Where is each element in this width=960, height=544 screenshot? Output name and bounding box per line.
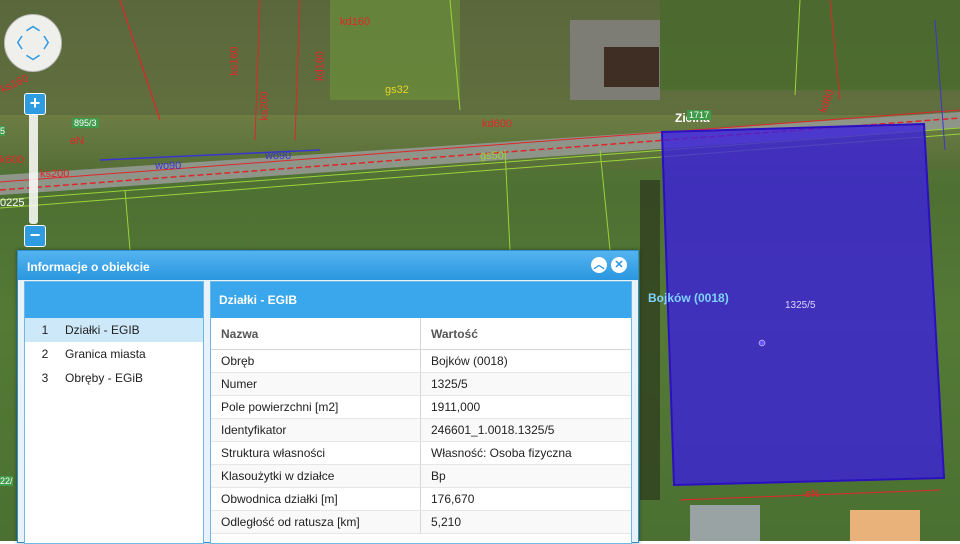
- utility-label-ks200-v: ks200: [258, 91, 271, 121]
- cell-value: 1325/5: [420, 372, 631, 396]
- list-item-label: Obręby - EGiB: [65, 371, 144, 385]
- list-item-number: 3: [41, 371, 49, 385]
- cell-value: 176,670: [420, 487, 631, 511]
- utility-label-kd160-v: kd160: [313, 51, 326, 81]
- list-item-label: Granica miasta: [65, 347, 146, 361]
- parcel-area-label: Bojków (0018): [648, 291, 729, 305]
- pan-right-icon[interactable]: 〉: [43, 36, 57, 50]
- layer-list: 1 Działki - EGIB 2 Granica miasta 3 Obrę…: [24, 281, 204, 544]
- utility-label-gs32: gs32: [385, 84, 409, 96]
- cell-value: 1911,000: [420, 395, 631, 419]
- utility-label-en-left: eN: [70, 135, 85, 147]
- list-item-label: Działki - EGIB: [65, 323, 140, 337]
- pan-left-icon[interactable]: 〈: [9, 36, 23, 50]
- cell-name: Obwodnica działki [m]: [211, 487, 421, 511]
- table-row: Obwodnica działki [m] 176,670: [211, 487, 631, 511]
- panel-title: Informacje o obiekcie: [27, 260, 150, 274]
- pan-control[interactable]: ︿ ﹀ 〈 〉: [4, 14, 62, 72]
- cell-name: Identyfikator: [211, 418, 421, 442]
- utility-label-ks160-v: ks160: [228, 46, 241, 76]
- list-item-number: 2: [41, 347, 49, 361]
- cell-value: 5,210: [420, 510, 631, 534]
- cell-name: Numer: [211, 372, 421, 396]
- table-row: Pole powierzchni [m2] 1911,000: [211, 395, 631, 419]
- pan-down-icon[interactable]: ﹀: [26, 55, 40, 69]
- utility-label-kd160: kd160: [340, 16, 370, 28]
- details-pane: Działki - EGIB Nazwa Wartość Obręb Bojków…: [210, 281, 632, 544]
- column-header-name[interactable]: Nazwa: [211, 318, 421, 350]
- table-row: Obręb Bojków (0018): [211, 349, 631, 373]
- object-info-panel: Informacje o obiekcie ︿ ✕ 1 Działki - EG…: [17, 250, 639, 544]
- utility-label-en: eN: [805, 488, 820, 500]
- cell-name: Struktura własności: [211, 441, 421, 465]
- utility-label-ks200: ks200: [40, 168, 70, 180]
- cell-value: Własność: Osoba fizyczna: [420, 441, 631, 465]
- zoom-slider[interactable]: [29, 112, 38, 224]
- list-item[interactable]: 1 Działki - EGIB: [25, 318, 203, 342]
- panel-header[interactable]: Informacje o obiekcie ︿ ✕: [18, 251, 638, 280]
- list-item[interactable]: 3 Obręby - EGiB: [25, 366, 203, 390]
- cell-name: Klasoużytki w działce: [211, 464, 421, 488]
- utility-label-k600: k600: [0, 154, 24, 166]
- cell-name: Obręb: [211, 349, 421, 373]
- utility-label-wo90-b: wo90: [265, 150, 292, 162]
- table-row: Struktura własności Własność: Osoba fizyc…: [211, 441, 631, 465]
- list-item[interactable]: 2 Granica miasta: [25, 342, 203, 366]
- cell-value: 246601_1.0018.1325/5: [420, 418, 631, 442]
- parcel-895-label: 895/3: [72, 118, 99, 128]
- table-row: Odległość od ratusza [km] 5,210: [211, 510, 631, 534]
- zoom-out-button[interactable]: −: [24, 225, 46, 247]
- table-row: Identyfikator 246601_1.0018.1325/5: [211, 418, 631, 442]
- table-row: Numer 1325/5: [211, 372, 631, 396]
- parcel-22-label: 22/: [0, 476, 13, 486]
- parcel-1717-label: 1717: [687, 110, 712, 120]
- parcel-5-label: 5: [0, 126, 6, 136]
- chevron-up-icon[interactable]: ︿: [591, 257, 607, 273]
- list-item-number: 1: [41, 323, 49, 337]
- parcel-0225-label: 0225: [0, 197, 25, 209]
- attributes-table: Nazwa Wartość Obręb Bojków (0018) Numer 13…: [211, 318, 631, 534]
- layer-list-header: [25, 282, 203, 318]
- utility-label-kd600: kd600: [482, 118, 512, 130]
- parcel-number-label: 1325/5: [785, 300, 816, 311]
- column-header-value[interactable]: Wartość: [420, 318, 631, 350]
- cell-value: Bp: [420, 464, 631, 488]
- details-title: Działki - EGIB: [211, 282, 631, 318]
- cell-name: Odległość od ratusza [km]: [211, 510, 421, 534]
- table-row: Klasoużytki w działce Bp: [211, 464, 631, 488]
- close-icon[interactable]: ✕: [611, 257, 627, 273]
- utility-label-wo90: wo90: [155, 160, 182, 172]
- zoom-in-button[interactable]: +: [24, 93, 46, 115]
- pan-up-icon[interactable]: ︿: [26, 18, 40, 32]
- cell-name: Pole powierzchni [m2]: [211, 395, 421, 419]
- cell-value: Bojków (0018): [420, 349, 631, 373]
- utility-label-gs50: gs50: [480, 150, 504, 162]
